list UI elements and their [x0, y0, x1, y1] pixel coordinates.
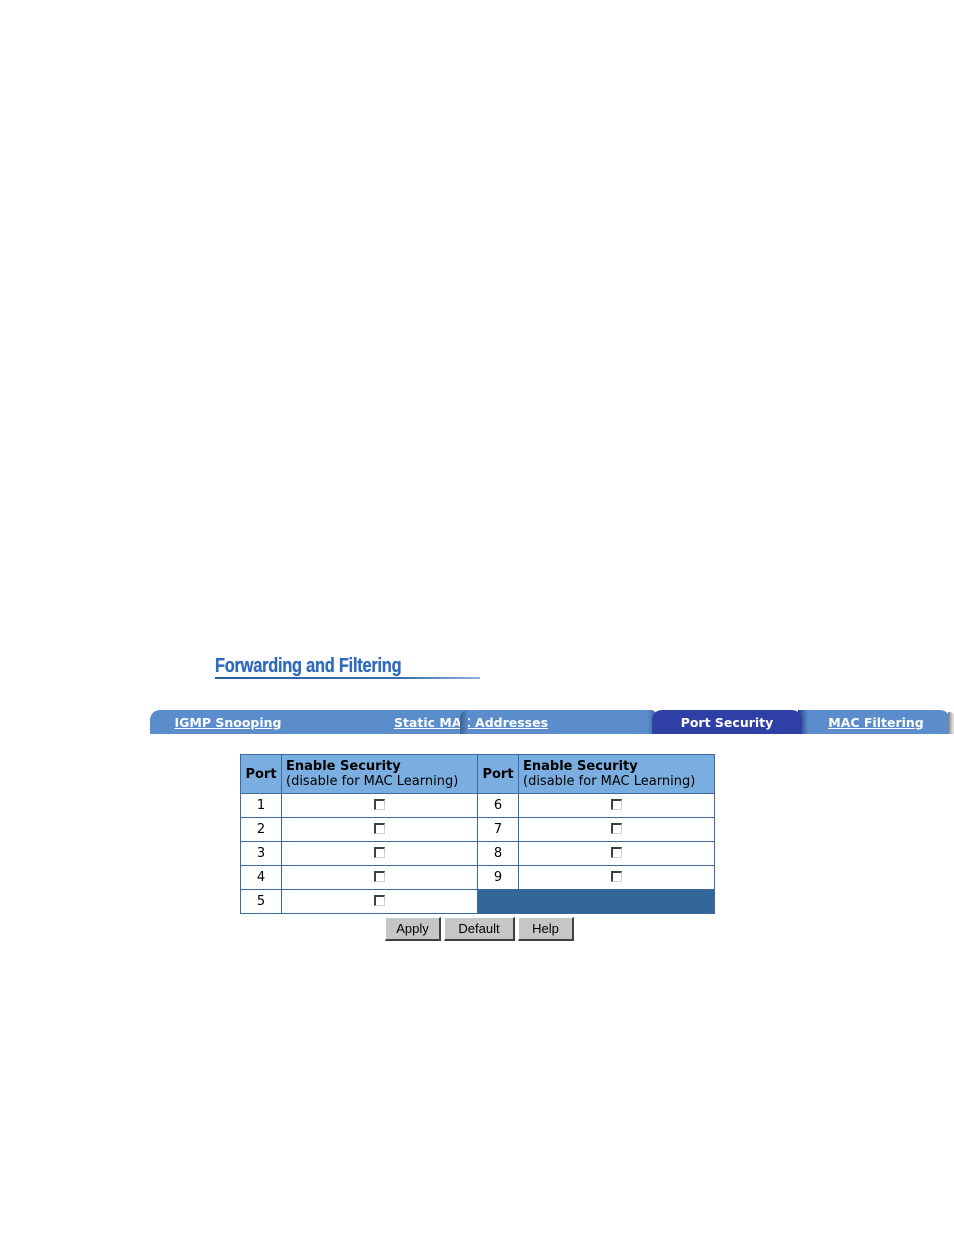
empty-filler-cell	[477, 889, 715, 914]
enable-security-checkbox-port-9[interactable]	[611, 871, 622, 882]
enable-security-checkbox-port-4[interactable]	[374, 871, 385, 882]
tab-igmp-snooping-link[interactable]: IGMP Snooping	[174, 715, 281, 730]
port-number: 6	[477, 793, 519, 818]
enable-security-cell	[281, 865, 478, 890]
enable-security-cell	[518, 793, 715, 818]
column-header-enable-title: Enable Security	[286, 759, 401, 774]
column-header-enable-security: Enable Security (disable for MAC Learnin…	[518, 754, 715, 794]
enable-security-cell	[281, 817, 478, 842]
tab-static-mac-addresses-link[interactable]: Static MAC Addresses	[394, 715, 548, 730]
table-row: 5	[240, 889, 715, 914]
port-number: 3	[240, 841, 282, 866]
column-header-port: Port	[477, 754, 519, 794]
port-number: 2	[240, 817, 282, 842]
enable-security-cell	[281, 889, 478, 914]
tab-port-security[interactable]: Port Security	[652, 710, 802, 734]
table-header-row: Port Enable Security (disable for MAC Le…	[240, 754, 715, 794]
tab-port-security-label: Port Security	[680, 714, 774, 730]
enable-security-cell	[281, 841, 478, 866]
enable-security-checkbox-port-6[interactable]	[611, 799, 622, 810]
column-header-enable-subtitle: (disable for MAC Learning)	[523, 774, 696, 789]
help-button[interactable]: Help	[518, 917, 574, 941]
enable-security-checkbox-port-3[interactable]	[374, 847, 385, 858]
enable-security-checkbox-port-5[interactable]	[374, 895, 385, 906]
enable-security-cell	[518, 865, 715, 890]
action-buttons: Apply Default Help	[385, 917, 574, 941]
apply-button[interactable]: Apply	[385, 917, 441, 941]
port-number: 9	[477, 865, 519, 890]
table-row: 3 8	[240, 841, 715, 866]
table-row: 4 9	[240, 865, 715, 890]
port-number: 1	[240, 793, 282, 818]
tab-bar: IGMP Snooping Static MAC Addresses Port …	[150, 710, 954, 734]
table-row: 2 7	[240, 817, 715, 842]
tab-divider	[460, 710, 468, 734]
page-header: Forwarding and Filtering	[215, 655, 480, 679]
enable-security-checkbox-port-1[interactable]	[374, 799, 385, 810]
port-number: 8	[477, 841, 519, 866]
enable-security-checkbox-port-2[interactable]	[374, 823, 385, 834]
default-button[interactable]: Default	[444, 917, 515, 941]
table-row: 1 6	[240, 793, 715, 818]
enable-security-checkbox-port-7[interactable]	[611, 823, 622, 834]
enable-security-cell	[281, 793, 478, 818]
tab-mac-filtering[interactable]: MAC Filtering	[802, 710, 950, 734]
enable-security-cell	[518, 841, 715, 866]
tab-mac-filtering-link[interactable]: MAC Filtering	[828, 715, 924, 730]
tab-bar-shadow	[948, 712, 954, 734]
port-number: 5	[240, 889, 282, 914]
page-title: Forwarding and Filtering	[215, 655, 402, 677]
column-header-enable-subtitle: (disable for MAC Learning)	[286, 774, 459, 789]
column-header-port: Port	[240, 754, 282, 794]
tab-static-mac-addresses[interactable]: Static MAC Addresses	[312, 710, 652, 734]
enable-security-checkbox-port-8[interactable]	[611, 847, 622, 858]
port-number: 4	[240, 865, 282, 890]
column-header-enable-security: Enable Security (disable for MAC Learnin…	[281, 754, 478, 794]
column-header-enable-title: Enable Security	[523, 759, 638, 774]
port-number: 7	[477, 817, 519, 842]
port-security-table: Port Enable Security (disable for MAC Le…	[240, 754, 715, 914]
title-underline	[215, 677, 480, 679]
tab-igmp-snooping[interactable]: IGMP Snooping	[150, 710, 312, 734]
enable-security-cell	[518, 817, 715, 842]
